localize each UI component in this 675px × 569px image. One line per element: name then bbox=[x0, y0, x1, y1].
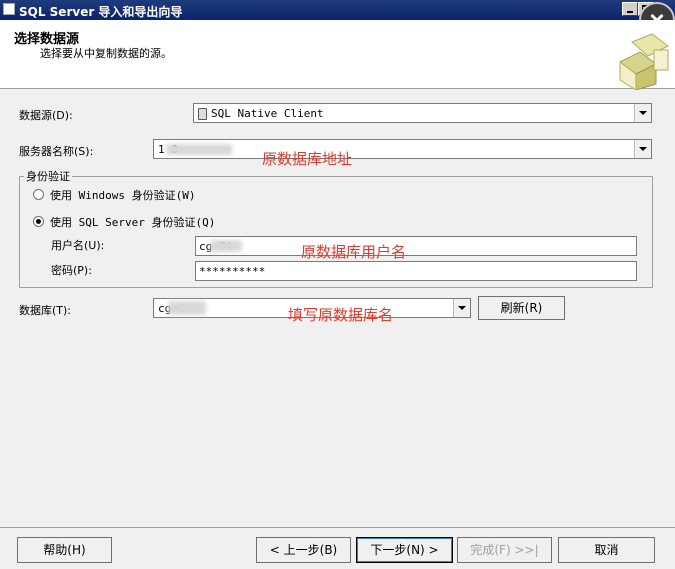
password-input[interactable]: ********** bbox=[195, 261, 637, 281]
data-source-value: SQL Native Client bbox=[211, 107, 324, 120]
chevron-down-icon[interactable] bbox=[634, 140, 651, 158]
password-label: 密码(P): bbox=[51, 264, 92, 277]
chevron-down-icon[interactable] bbox=[453, 299, 470, 317]
title-bar: SQL Server 导入和导出向导 bbox=[0, 0, 675, 20]
annotation-server: 原数据库地址 bbox=[262, 150, 353, 168]
server-name-select[interactable]: 1 0 bbox=[153, 139, 652, 159]
page-subtitle: 选择要从中复制数据的源。 bbox=[40, 47, 172, 60]
username-input[interactable]: cg 74 bbox=[195, 236, 637, 256]
next-button[interactable]: 下一步(N) > bbox=[356, 537, 453, 563]
cancel-button[interactable]: 取消 bbox=[558, 537, 655, 563]
app-icon bbox=[3, 3, 15, 15]
redaction-blur bbox=[166, 144, 232, 155]
wizard-header: 选择数据源 选择要从中复制数据的源。 bbox=[0, 20, 675, 90]
database-label: 数据库(T): bbox=[19, 304, 72, 317]
sql-auth-radio[interactable] bbox=[33, 216, 44, 227]
server-name-label: 服务器名称(S): bbox=[19, 145, 94, 158]
data-source-label: 数据源(D): bbox=[19, 109, 73, 122]
windows-auth-radio[interactable] bbox=[33, 189, 44, 200]
password-value: ********** bbox=[199, 265, 266, 278]
windows-auth-label[interactable]: 使用 Windows 身份验证(W) bbox=[50, 187, 195, 203]
finish-button[interactable]: 完成(F) >>| bbox=[457, 537, 552, 563]
database-icon bbox=[198, 108, 207, 120]
sql-auth-label[interactable]: 使用 SQL Server 身份验证(Q) bbox=[50, 214, 215, 230]
data-source-select[interactable]: SQL Native Client bbox=[193, 103, 652, 123]
annotation-database: 填写原数据库名 bbox=[288, 306, 394, 324]
refresh-button[interactable]: 刷新(R) bbox=[478, 296, 565, 320]
authentication-group-label: 身份验证 bbox=[24, 168, 72, 184]
footer-divider bbox=[0, 527, 675, 528]
redaction-blur bbox=[210, 240, 242, 252]
chevron-down-icon[interactable] bbox=[634, 104, 651, 122]
minimize-button[interactable] bbox=[622, 2, 638, 16]
wizard-graphic-icon bbox=[619, 33, 669, 90]
help-button[interactable]: 帮助(H) bbox=[17, 537, 112, 563]
annotation-username: 原数据库用户名 bbox=[301, 243, 407, 261]
username-label: 用户名(U): bbox=[51, 239, 105, 252]
redaction-blur bbox=[168, 301, 206, 315]
window-title: SQL Server 导入和导出向导 bbox=[19, 5, 183, 19]
back-button[interactable]: < 上一步(B) bbox=[256, 537, 351, 563]
